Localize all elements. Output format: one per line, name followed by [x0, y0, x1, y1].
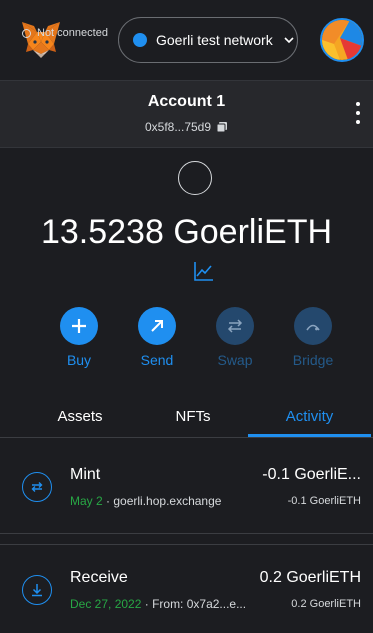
send-label: Send [140, 352, 174, 368]
account-bar [0, 80, 373, 148]
transaction-detail: From: 0x7a2...e... [152, 597, 247, 611]
metamask-fox-logo[interactable] [20, 20, 62, 60]
transaction-detail: goerli.hop.exchange [113, 494, 222, 508]
account-options-menu-icon[interactable] [354, 102, 362, 124]
balance-amount: 13.5238 GoerliETH [40, 213, 333, 251]
swap-icon [216, 307, 254, 345]
transaction-subtitle: Dec 27, 2022 · From: 0x7a2...e... [70, 597, 246, 611]
tab-nfts[interactable]: NFTs [118, 408, 268, 425]
transaction-title: Mint [70, 466, 101, 483]
copy-icon [216, 122, 228, 133]
transaction-date: May 2 [70, 494, 103, 508]
buy-button[interactable]: Buy [44, 307, 114, 368]
transaction-amount-secondary: -0.1 GoerliETH [287, 495, 361, 507]
activity-list-item[interactable]: Mint May 2 · goerli.hop.exchange -0.1 Go… [0, 442, 373, 534]
transaction-title: Receive [70, 569, 128, 586]
bridge-icon [294, 307, 332, 345]
portfolio-chart-icon[interactable] [192, 259, 216, 283]
token-logo [178, 161, 212, 195]
activity-list-item[interactable]: Receive Dec 27, 2022 · From: 0x7a2...e..… [0, 544, 373, 633]
bridge-label: Bridge [292, 352, 334, 368]
account-address: 0x5f8...75d9 [144, 120, 212, 134]
connection-status-icon [22, 28, 31, 38]
network-selector[interactable]: Goerli test network [118, 17, 298, 63]
buy-label: Buy [66, 352, 92, 368]
plus-icon [60, 307, 98, 345]
receive-icon [22, 575, 52, 605]
swap-button[interactable]: Swap [200, 307, 270, 368]
account-address-button[interactable]: 0x5f8...75d9 [0, 120, 373, 134]
top-bar: Goerli test network [0, 0, 373, 80]
action-buttons: Buy Send Swap Bridge [0, 307, 373, 377]
account-name[interactable]: Account 1 [0, 93, 373, 111]
transaction-amount: -0.1 GoerliE... [262, 466, 361, 483]
network-label: Goerli test network [156, 32, 273, 48]
chevron-down-icon [284, 37, 294, 44]
transaction-date: Dec 27, 2022 [70, 597, 142, 611]
swap-arrows-icon [22, 472, 52, 502]
transaction-amount-secondary: 0.2 GoerliETH [291, 598, 361, 610]
swap-label: Swap [217, 352, 253, 368]
subtitle-separator: · [141, 597, 153, 611]
account-avatar[interactable] [320, 18, 364, 62]
subtitle-separator: · [102, 494, 114, 508]
connection-status-label: Not connected [37, 27, 108, 39]
bridge-button[interactable]: Bridge [278, 307, 348, 368]
connection-status[interactable]: Not connected [22, 27, 108, 39]
transaction-amount: 0.2 GoerliETH [259, 569, 361, 586]
active-tab-indicator [248, 434, 371, 437]
asset-tabs: Assets NFTs Activity [0, 400, 373, 438]
send-button[interactable]: Send [122, 307, 192, 368]
transaction-subtitle: May 2 · goerli.hop.exchange [70, 494, 221, 508]
network-status-dot [133, 33, 147, 47]
arrow-up-right-icon [138, 307, 176, 345]
tab-activity[interactable]: Activity [248, 408, 371, 425]
